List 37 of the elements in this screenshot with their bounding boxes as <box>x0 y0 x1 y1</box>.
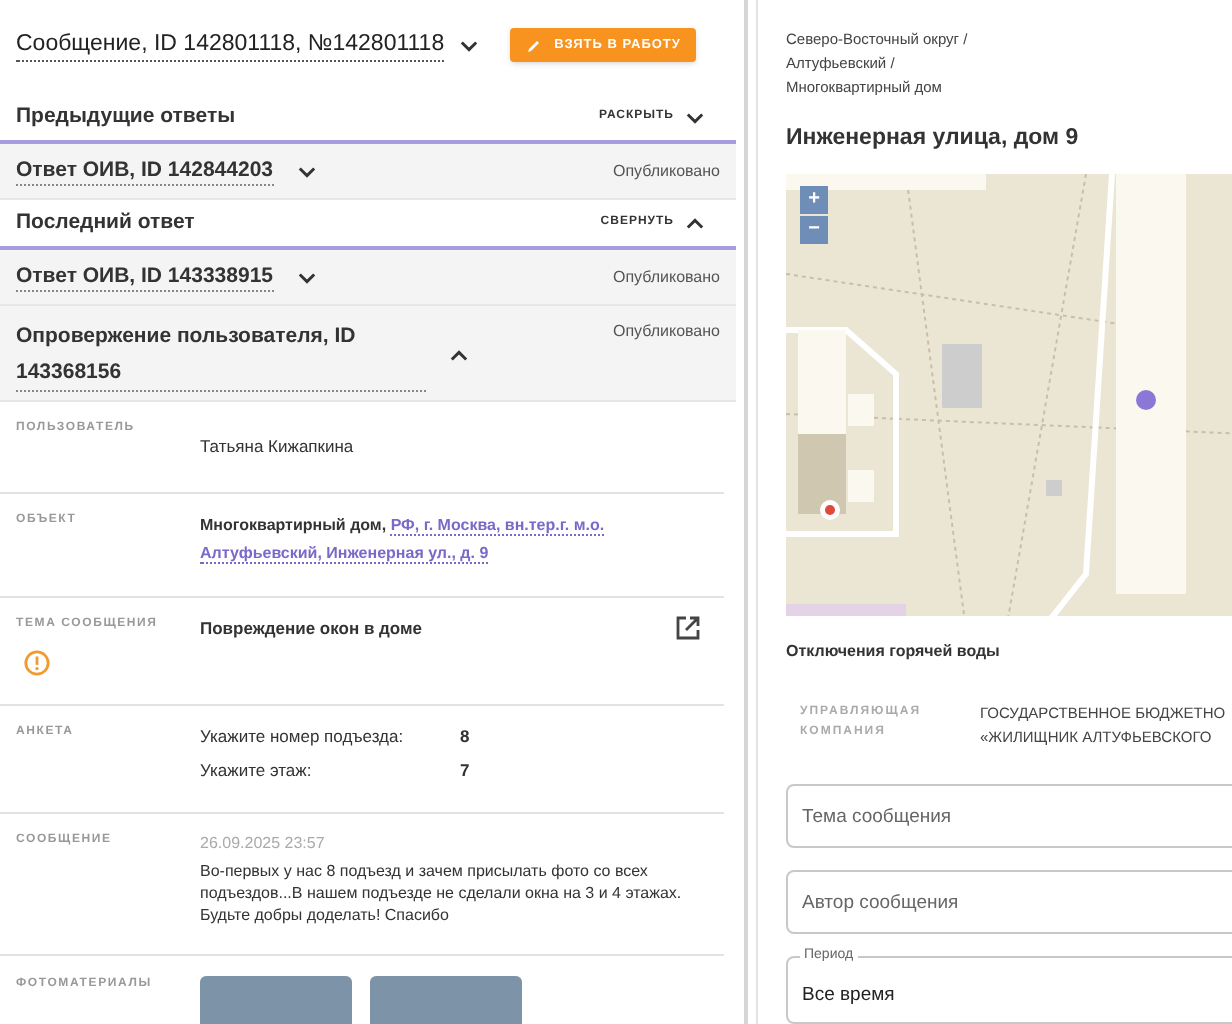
external-link-icon[interactable] <box>676 616 700 640</box>
select-value: Все время <box>802 981 895 1010</box>
scrollbar[interactable] <box>744 0 748 1024</box>
answer-title[interactable]: Ответ ОИВ, ID 143338915 <box>16 264 273 292</box>
notice-title: Отключения горячей воды <box>786 640 1002 664</box>
text-input[interactable]: Автор сообщения <box>786 870 1232 934</box>
photo-placeholder[interactable] <box>370 975 522 1023</box>
text-input[interactable]: Тема сообщения <box>786 784 1232 848</box>
answer-row[interactable]: Ответ ОИВ, ID 142844203 Опубликовано <box>0 144 736 200</box>
status-label: Опубликовано <box>612 266 720 290</box>
message-date: 26.09.2025 23:57 <box>200 831 327 855</box>
chevron-up-icon <box>450 349 468 361</box>
address-title: Инженерная улица, дом 9 <box>786 124 1081 154</box>
status-label: Опубликовано <box>612 160 720 184</box>
chevron-down-icon <box>460 39 479 51</box>
status-label: Опубликовано <box>612 320 720 344</box>
survey-answer: 8 <box>460 724 470 750</box>
chevron-up-icon <box>686 217 704 229</box>
answer-title[interactable]: Опровержение пользователя, ID 143368156 <box>16 318 426 392</box>
answer-row[interactable]: Опровержение пользователя, ID 143368156 Опубликовано <box>0 306 736 402</box>
user-name: Татьяна Кижапкина <box>200 436 354 456</box>
topic-text: Повреждение окон в доме <box>200 616 423 642</box>
survey-answer: 7 <box>460 757 470 783</box>
survey-question: Укажите номер подъезда: <box>200 724 406 750</box>
section-title: Последний ответ <box>16 207 195 238</box>
chevron-down-icon <box>297 272 315 284</box>
message-text: Во-первых у нас 8 подъезд и зачем присылать фото со всех подъездов...В нашем подъезде не сделали окна на 3 и 4 этажах. Будьте добры доделать! Спасибо <box>200 859 684 925</box>
photo-placeholder[interactable] <box>200 975 352 1023</box>
survey-question: Укажите этаж: <box>200 757 314 783</box>
answer-title[interactable]: Ответ ОИВ, ID 142844203 <box>16 158 273 186</box>
chevron-down-icon <box>297 166 315 178</box>
section-title: Предыдущие ответы <box>16 101 236 132</box>
message-title[interactable]: Сообщение, ID 142801118, №142801118 <box>16 29 445 61</box>
chevron-down-icon <box>686 111 704 123</box>
answer-row[interactable]: Ответ ОИВ, ID 143338915 Опубликовано <box>0 250 736 306</box>
pencil-icon <box>526 37 543 53</box>
object-address: Многоквартирный дом, РФ, г. Москва, вн.тер.г. м.о. Алтуфьевский, Инженерная ул., д. 9 <box>200 514 607 568</box>
